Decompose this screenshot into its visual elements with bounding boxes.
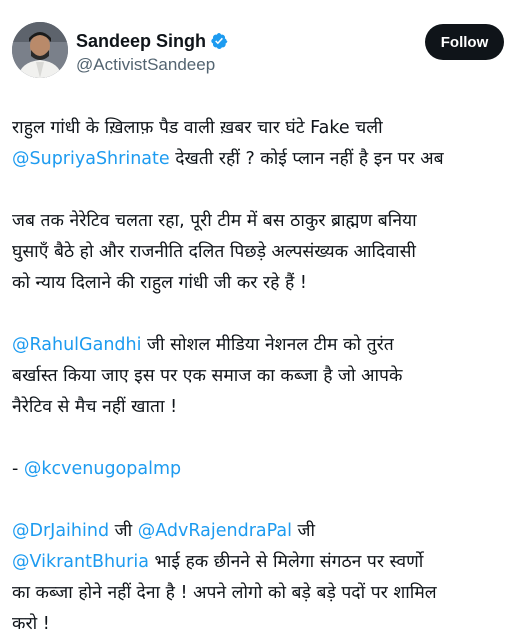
author-names: Sandeep Singh @ActivistSandeep — [76, 30, 228, 75]
tweet-line: @RahulGandhi जी सोशल मीडिया नेशनल टीम को… — [12, 330, 508, 361]
tweet-line: जब तक नेरेटिव चलता रहा, पूरी टीम में बस … — [12, 206, 508, 237]
tweet-text-segment: नैरेटिव से मैच नहीं खाता ! — [12, 397, 178, 417]
verified-badge-icon — [211, 32, 228, 50]
mention-link[interactable]: @RahulGandhi — [12, 335, 141, 355]
tweet: Sandeep Singh @ActivistSandeep Follow रा… — [0, 0, 514, 640]
tweet-text-segment: बर्खास्त किया जाए इस पर एक समाज का कब्जा… — [12, 366, 403, 386]
tweet-header: Sandeep Singh @ActivistSandeep Follow — [12, 22, 508, 86]
tweet-line: घुसाएँ बैठे हो और राजनीति दलित पिछड़े अल… — [12, 237, 508, 268]
avatar-image — [12, 22, 68, 78]
tweet-line: राहुल गांधी के ख़िलाफ़ पैड वाली ख़बर चार… — [12, 113, 508, 144]
author-handle[interactable]: @ActivistSandeep — [76, 55, 228, 75]
tweet-text-segment: - — [12, 459, 24, 479]
tweet-text-segment: राहुल गांधी के ख़िलाफ़ पैड वाली ख़बर चार… — [12, 118, 383, 138]
mention-link[interactable]: @VikrantBhuria — [12, 552, 149, 572]
tweet-text-segment: करो ! — [12, 614, 50, 634]
tweet-line: करो ! — [12, 609, 508, 640]
tweet-line: @VikrantBhuria भाई हक छीनने से मिलेगा सं… — [12, 547, 508, 578]
tweet-text: राहुल गांधी के ख़िलाफ़ पैड वाली ख़बर चार… — [12, 113, 508, 640]
name-row: Sandeep Singh — [76, 30, 228, 52]
mention-link[interactable]: @SupriyaShrinate — [12, 149, 170, 169]
avatar[interactable] — [12, 22, 68, 78]
mention-link[interactable]: @DrJaihind — [12, 521, 109, 541]
tweet-line: बर्खास्त किया जाए इस पर एक समाज का कब्जा… — [12, 361, 508, 392]
tweet-text-segment: को न्याय दिलाने की राहुल गांधी जी कर रहे… — [12, 273, 307, 293]
tweet-line: @DrJaihind जी @AdvRajendraPal जी — [12, 516, 508, 547]
tweet-text-segment: का कब्जा होने नहीं देना है ! अपने लोगो क… — [12, 583, 437, 603]
tweet-line: का कब्जा होने नहीं देना है ! अपने लोगो क… — [12, 578, 508, 609]
tweet-line: @SupriyaShrinate देखती रहीं ? कोई प्लान … — [12, 144, 508, 175]
tweet-line: नैरेटिव से मैच नहीं खाता ! — [12, 392, 508, 423]
display-name[interactable]: Sandeep Singh — [76, 31, 206, 52]
tweet-line: को न्याय दिलाने की राहुल गांधी जी कर रहे… — [12, 268, 508, 299]
mention-link[interactable]: @AdvRajendraPal — [138, 521, 292, 541]
follow-button[interactable]: Follow — [425, 24, 504, 60]
tweet-text-segment: भाई हक छीनने से मिलेगा संगठन पर स्वर्णो — [148, 552, 424, 572]
tweet-text-segment: जी सोशल मीडिया नेशनल टीम को तुरंत — [141, 335, 394, 355]
tweet-text-segment: जी — [109, 521, 138, 541]
tweet-text-segment: जब तक नेरेटिव चलता रहा, पूरी टीम में बस … — [12, 211, 417, 231]
tweet-text-segment: घुसाएँ बैठे हो और राजनीति दलित पिछड़े अल… — [12, 242, 416, 262]
tweet-text-segment: जी — [291, 521, 316, 541]
mention-link[interactable]: @kcvenugopalmp — [24, 459, 181, 479]
tweet-text-segment: देखती रहीं ? कोई प्लान नहीं है इन पर अब — [169, 149, 444, 169]
tweet-line: - @kcvenugopalmp — [12, 454, 508, 485]
